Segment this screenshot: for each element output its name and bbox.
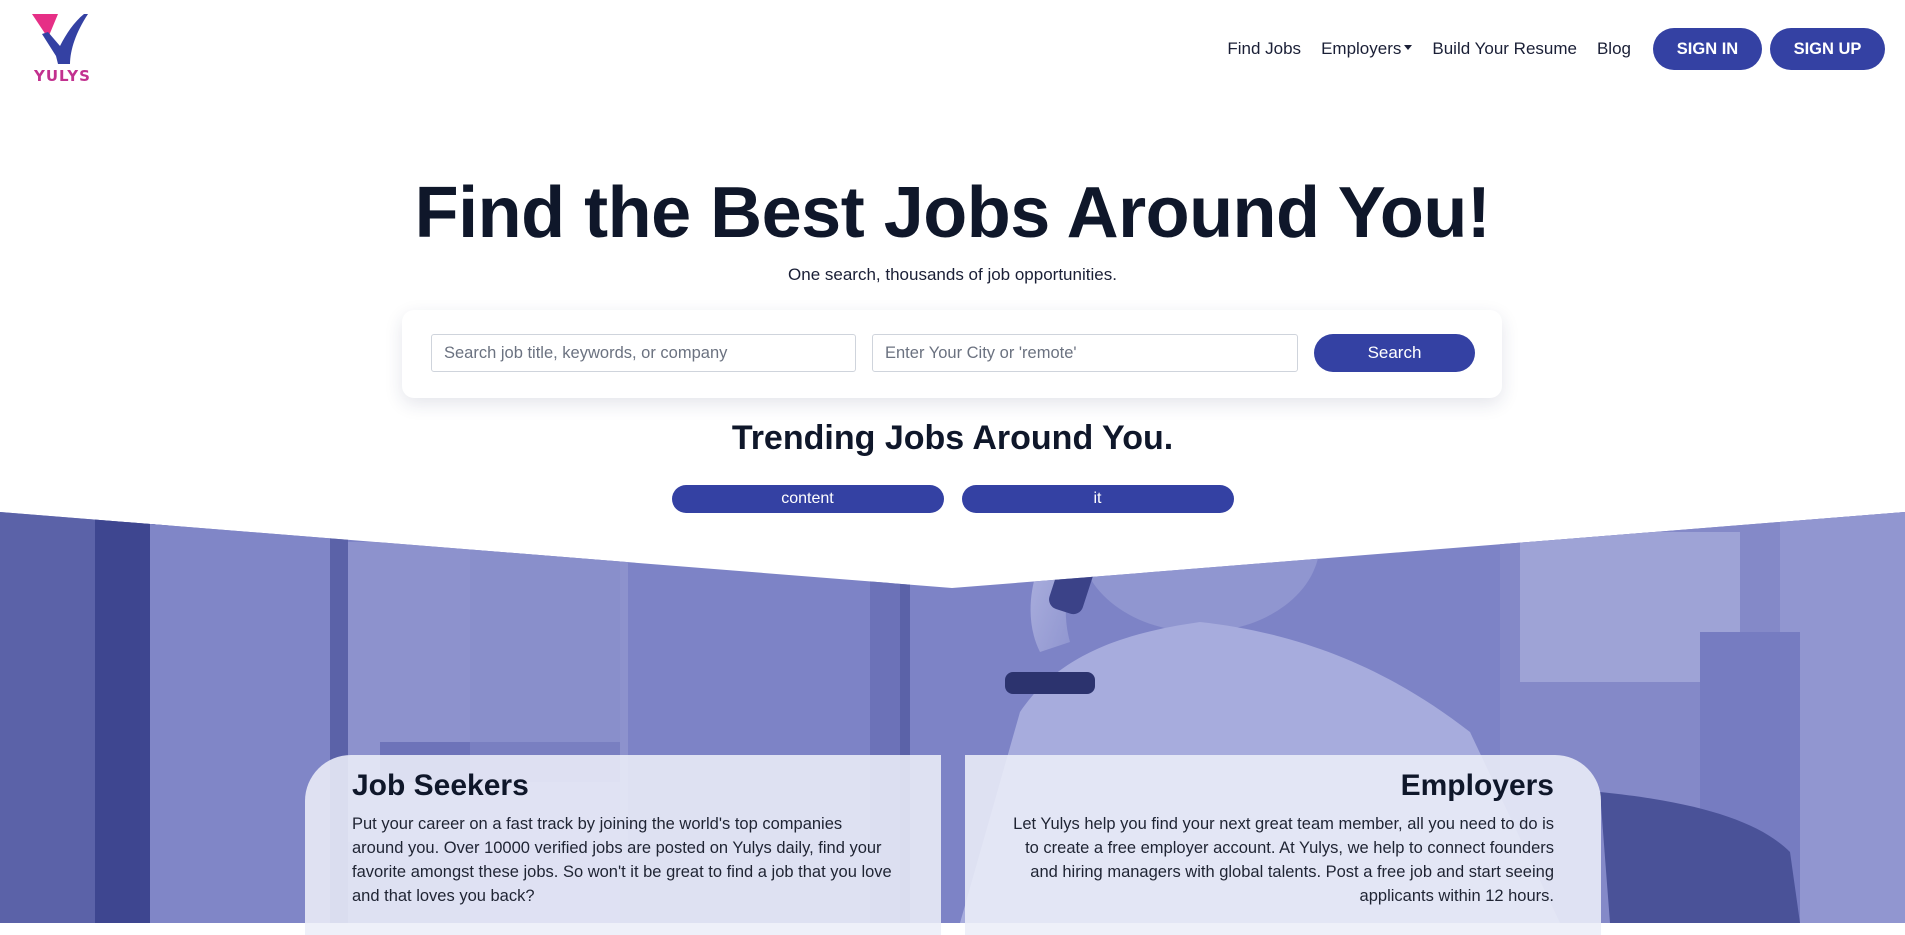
nav-employers-dropdown[interactable]: Employers — [1321, 39, 1413, 59]
sign-in-button[interactable]: SIGN IN — [1653, 28, 1762, 70]
trending-tags: content it — [0, 485, 1905, 513]
hero-background-image — [0, 512, 1905, 923]
sign-up-button[interactable]: SIGN UP — [1770, 28, 1885, 70]
office-photo-illustration — [0, 512, 1905, 923]
keyword-search-input[interactable] — [431, 334, 856, 372]
employers-title: Employers — [1400, 769, 1554, 802]
yulys-logo[interactable]: YULYS — [30, 12, 91, 85]
yulys-logo-mark — [32, 14, 88, 64]
job-search-form: Search — [402, 310, 1502, 398]
city-search-input[interactable] — [872, 334, 1298, 372]
job-seekers-card: Job Seekers Put your career on a fast tr… — [305, 755, 941, 935]
nav-blog[interactable]: Blog — [1597, 39, 1631, 59]
job-seekers-title: Job Seekers — [352, 769, 529, 802]
hero-subtitle: One search, thousands of job opportuniti… — [788, 265, 1117, 284]
employers-text: Let Yulys help you find your next great … — [1013, 815, 1554, 905]
main-nav: Find Jobs Employers Build Your Resume Bl… — [1227, 28, 1885, 70]
caret-down-icon — [1404, 45, 1413, 51]
trending-title: Trending Jobs Around You. — [731, 419, 1174, 457]
logo-wordmark: YULYS — [34, 67, 91, 85]
nav-employers-label: Employers — [1321, 39, 1402, 58]
employers-card: Employers Let Yulys help you find your n… — [965, 755, 1601, 935]
nav-build-resume[interactable]: Build Your Resume — [1432, 39, 1577, 59]
site-header: YULYS Find Jobs Employers Build Your Res… — [0, 0, 1905, 98]
hero-title: Find the Best Jobs Around You! — [414, 173, 1491, 253]
nav-find-jobs[interactable]: Find Jobs — [1227, 39, 1301, 59]
trending-tag-content[interactable]: content — [671, 485, 944, 513]
trending-tag-it[interactable]: it — [961, 485, 1234, 513]
search-button[interactable]: Search — [1314, 334, 1475, 372]
job-seekers-text: Put your career on a fast track by joini… — [352, 815, 892, 905]
